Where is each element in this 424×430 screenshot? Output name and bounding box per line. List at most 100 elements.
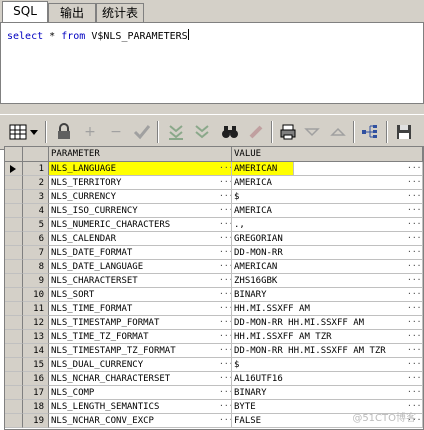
save-icon[interactable]	[394, 122, 414, 142]
cell-value[interactable]: HH.MI.SSXFF AM	[232, 302, 423, 316]
row-indicator[interactable]	[5, 400, 23, 414]
row-indicator[interactable]	[5, 288, 23, 302]
table-row[interactable]: 6NLS_CALENDAR···GREGORIAN···	[5, 232, 423, 246]
cell-parameter[interactable]: NLS_LANGUAGE ···	[49, 162, 232, 176]
cell-value[interactable]: BINARY	[232, 288, 423, 302]
cell-ellipsis-button[interactable]: ···	[407, 344, 421, 358]
cell-ellipsis-button[interactable]: ···	[219, 246, 231, 259]
cell-value[interactable]: DD-MON-RR	[232, 246, 423, 260]
cell-ellipsis-button[interactable]: ···	[219, 372, 231, 385]
cell-parameter[interactable]: NLS_LENGTH_SEMANTICS ···	[49, 400, 232, 414]
cell-ellipsis-button[interactable]: ···	[407, 330, 421, 344]
cell-ellipsis-button[interactable]: ···	[219, 232, 231, 245]
cell-value[interactable]: $	[232, 358, 423, 372]
cell-ellipsis-button[interactable]: ···	[219, 344, 231, 357]
cell-parameter[interactable]: NLS_NCHAR_CHARACTERSET ···	[49, 372, 232, 386]
cell-value[interactable]: AMERICA	[232, 204, 423, 218]
add-icon[interactable]: +	[80, 122, 100, 142]
cell-ellipsis-button[interactable]: ···	[407, 288, 421, 302]
cell-ellipsis-button[interactable]: ···	[407, 386, 421, 400]
cell-ellipsis-button[interactable]: ···	[407, 218, 421, 232]
check-icon[interactable]	[132, 122, 152, 142]
cell-ellipsis-button[interactable]: ···	[219, 414, 231, 427]
table-row[interactable]: 17NLS_COMP···BINARY···	[5, 386, 423, 400]
cell-ellipsis-button[interactable]: ···	[219, 386, 231, 399]
table-row[interactable]: 9NLS_CHARACTERSET···ZHS16GBK···	[5, 274, 423, 288]
down-triangle-icon[interactable]	[302, 122, 322, 142]
row-indicator[interactable]	[5, 330, 23, 344]
cell-ellipsis-button[interactable]: ···	[219, 330, 231, 343]
table-row[interactable]: 10NLS_SORT···BINARY···	[5, 288, 423, 302]
cell-value[interactable]: BINARY	[232, 386, 423, 400]
row-indicator[interactable]	[5, 232, 23, 246]
cell-parameter[interactable]: NLS_CHARACTERSET ···	[49, 274, 232, 288]
cell-parameter[interactable]: NLS_TIMESTAMP_TZ_FORMAT ···	[49, 344, 232, 358]
row-indicator[interactable]	[5, 372, 23, 386]
cell-value[interactable]: DD-MON-RR HH.MI.SSXFF AM TZR	[232, 344, 423, 358]
cell-ellipsis-button[interactable]: ···	[407, 302, 421, 316]
cell-ellipsis-button[interactable]: ···	[219, 204, 231, 217]
table-row[interactable]: 4NLS_ISO_CURRENCY···AMERICA···	[5, 204, 423, 218]
down-arrows-icon[interactable]	[192, 122, 212, 142]
cell-parameter[interactable]: NLS_TERRITORY ···	[49, 176, 232, 190]
dropdown-icon[interactable]	[28, 122, 40, 142]
row-indicator[interactable]	[5, 190, 23, 204]
table-row[interactable]: 1NLS_LANGUAGE···AMERICAN···	[5, 162, 423, 176]
cell-ellipsis-button[interactable]: ···	[219, 358, 231, 371]
table-row[interactable]: 12NLS_TIMESTAMP_FORMAT···DD-MON-RR HH.MI…	[5, 316, 423, 330]
cell-ellipsis-button[interactable]: ···	[407, 316, 421, 330]
table-row[interactable]: 11NLS_TIME_FORMAT···HH.MI.SSXFF AM···	[5, 302, 423, 316]
cell-value[interactable]: HH.MI.SSXFF AM TZR	[232, 330, 423, 344]
row-indicator[interactable]	[5, 414, 23, 428]
table-row[interactable]: 14NLS_TIMESTAMP_TZ_FORMAT···DD-MON-RR HH…	[5, 344, 423, 358]
cell-ellipsis-button[interactable]: ···	[219, 400, 231, 413]
cell-parameter[interactable]: NLS_TIMESTAMP_FORMAT ···	[49, 316, 232, 330]
cell-ellipsis-button[interactable]: ···	[219, 274, 231, 287]
print-icon[interactable]	[278, 122, 298, 142]
cell-parameter[interactable]: NLS_DATE_LANGUAGE ···	[49, 260, 232, 274]
down-arrows-icon[interactable]	[166, 122, 186, 142]
tree-icon[interactable]	[360, 122, 380, 142]
cell-ellipsis-button[interactable]: ···	[407, 246, 421, 260]
cell-ellipsis-button[interactable]: ···	[219, 316, 231, 329]
table-row[interactable]: 15NLS_DUAL_CURRENCY···$···	[5, 358, 423, 372]
cell-ellipsis-button[interactable]: ···	[407, 372, 421, 386]
cell-ellipsis-button[interactable]: ···	[407, 176, 421, 190]
table-row[interactable]: 16NLS_NCHAR_CHARACTERSET···AL16UTF16···	[5, 372, 423, 386]
cell-parameter[interactable]: NLS_CURRENCY ···	[49, 190, 232, 204]
cell-value[interactable]: AMERICAN	[232, 162, 294, 176]
grid-icon[interactable]	[8, 122, 28, 142]
lock-icon[interactable]	[54, 122, 74, 142]
row-indicator[interactable]	[5, 176, 23, 190]
sql-editor[interactable]: select * from V$NLS_PARAMETERS	[0, 22, 424, 104]
cell-parameter[interactable]: NLS_COMP ···	[49, 386, 232, 400]
table-row[interactable]: 13NLS_TIME_TZ_FORMAT···HH.MI.SSXFF AM TZ…	[5, 330, 423, 344]
splitter[interactable]	[0, 104, 424, 114]
cell-value[interactable]: AMERICA	[232, 176, 423, 190]
cell-value[interactable]: DD-MON-RR HH.MI.SSXFF AM	[232, 316, 423, 330]
cell-parameter[interactable]: NLS_SORT ···	[49, 288, 232, 302]
cell-ellipsis-button[interactable]: ···	[219, 176, 231, 189]
cell-parameter[interactable]: NLS_DATE_FORMAT ···	[49, 246, 232, 260]
row-indicator[interactable]	[5, 218, 23, 232]
cell-ellipsis-button[interactable]: ···	[407, 204, 421, 218]
cell-ellipsis-button[interactable]: ···	[407, 162, 421, 176]
cell-parameter[interactable]: NLS_NUMERIC_CHARACTERS ···	[49, 218, 232, 232]
row-indicator[interactable]	[5, 204, 23, 218]
binoculars-icon[interactable]	[220, 122, 240, 142]
table-row[interactable]: 5NLS_NUMERIC_CHARACTERS···.,···	[5, 218, 423, 232]
cell-parameter[interactable]: NLS_CALENDAR ···	[49, 232, 232, 246]
cell-ellipsis-button[interactable]: ···	[407, 358, 421, 372]
cell-value[interactable]: GREGORIAN	[232, 232, 423, 246]
cell-value[interactable]: AMERICAN	[232, 260, 423, 274]
tab-statistics[interactable]: 统计表	[96, 3, 144, 22]
cell-ellipsis-button[interactable]: ···	[219, 288, 231, 301]
cell-ellipsis-button[interactable]: ···	[219, 190, 231, 203]
table-row[interactable]: 3NLS_CURRENCY···$···	[5, 190, 423, 204]
row-indicator[interactable]	[5, 260, 23, 274]
cell-ellipsis-button[interactable]: ···	[407, 190, 421, 204]
cell-value[interactable]: ZHS16GBK	[232, 274, 423, 288]
cell-parameter[interactable]: NLS_DUAL_CURRENCY ···	[49, 358, 232, 372]
table-row[interactable]: 7NLS_DATE_FORMAT···DD-MON-RR···	[5, 246, 423, 260]
cell-parameter[interactable]: NLS_NCHAR_CONV_EXCP ···	[49, 414, 232, 428]
